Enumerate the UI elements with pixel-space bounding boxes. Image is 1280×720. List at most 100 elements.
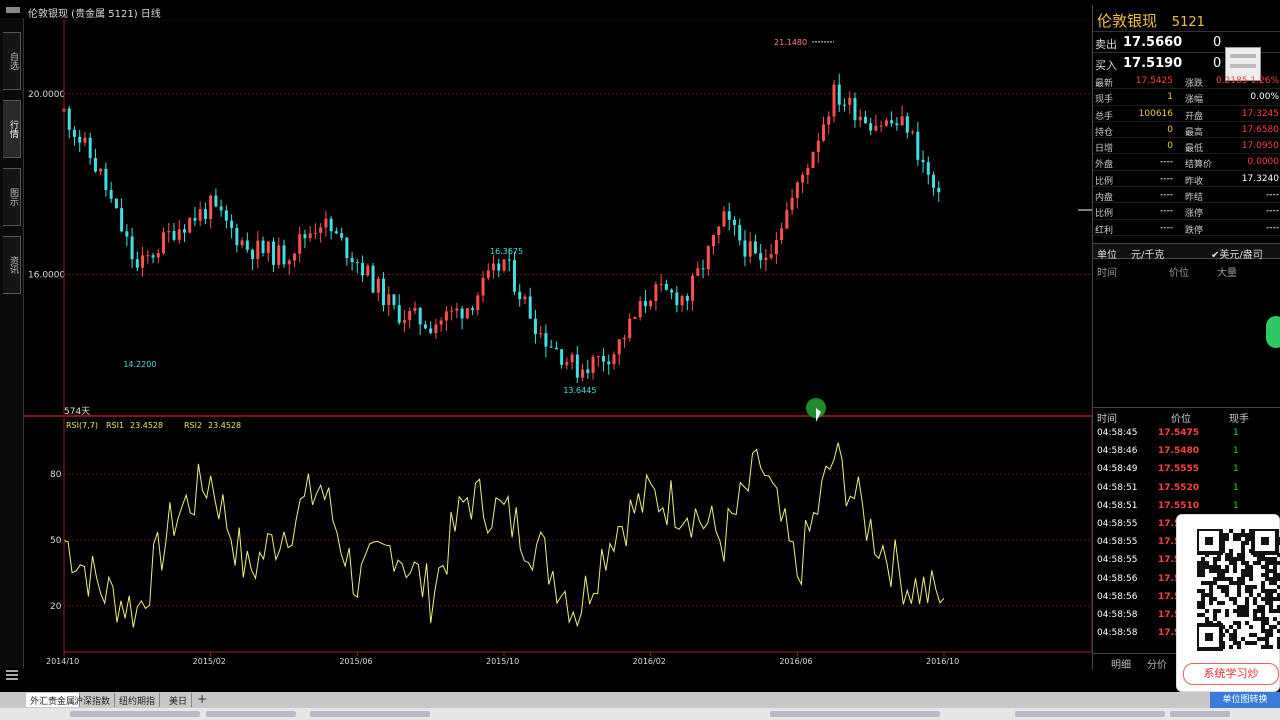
candle-body bbox=[329, 218, 333, 232]
candle-body bbox=[921, 159, 925, 163]
candle-body bbox=[717, 226, 721, 236]
qr-module bbox=[1269, 609, 1273, 613]
qr-module bbox=[1257, 561, 1261, 565]
qr-module bbox=[1237, 605, 1241, 609]
qr-module bbox=[1225, 569, 1229, 573]
unit-option-usd[interactable]: ✔美元/盎司 bbox=[1211, 246, 1263, 261]
qr-module bbox=[1197, 613, 1201, 617]
tab-index[interactable]: 沪深指数 bbox=[70, 693, 116, 707]
stat-v1: ---- bbox=[1160, 222, 1173, 233]
qr-module bbox=[1237, 577, 1241, 581]
candle-body bbox=[481, 277, 485, 296]
candle-body bbox=[869, 123, 873, 131]
qr-module bbox=[1237, 581, 1241, 585]
qr-module bbox=[1213, 577, 1217, 581]
candle-body bbox=[450, 310, 454, 312]
candle-body bbox=[565, 362, 569, 365]
tab-quotes[interactable]: 行情 bbox=[3, 100, 21, 158]
candle-body bbox=[319, 227, 323, 233]
qr-module bbox=[1233, 561, 1237, 565]
qr-module bbox=[1225, 533, 1229, 537]
stat-l2: 最低 bbox=[1185, 144, 1204, 155]
qr-module bbox=[1261, 625, 1265, 629]
candle-body bbox=[434, 324, 438, 334]
mouse-cursor-icon bbox=[816, 408, 821, 422]
candle-body bbox=[429, 328, 433, 334]
qr-module bbox=[1257, 637, 1261, 641]
tab-watchlist[interactable]: 自选 bbox=[3, 32, 21, 90]
menu-icon[interactable] bbox=[6, 670, 18, 682]
qr-module bbox=[1249, 569, 1253, 573]
candle-body bbox=[732, 219, 736, 226]
qr-module bbox=[1273, 589, 1277, 593]
tab-usd-jpy[interactable]: 美日 bbox=[165, 693, 193, 707]
trade-time: 04:58:58 bbox=[1097, 628, 1138, 639]
stat-row: 外盘 ---- 结算价 0.0000 bbox=[1093, 154, 1280, 171]
qr-module bbox=[1233, 557, 1237, 561]
qr-module bbox=[1229, 625, 1233, 629]
qr-module bbox=[1257, 557, 1261, 561]
sell-volume: 0 bbox=[1213, 35, 1222, 50]
sell-price: 17.5660 bbox=[1123, 35, 1183, 50]
candle-body bbox=[413, 307, 417, 311]
tab-ny-futures[interactable]: 纽约期指 bbox=[115, 693, 161, 707]
tab-charts[interactable]: 图示 bbox=[3, 168, 21, 226]
candle-body bbox=[633, 317, 637, 319]
qr-module bbox=[1233, 609, 1237, 613]
unit-option-rmb[interactable]: 元/千克 bbox=[1131, 246, 1164, 261]
qr-promo-card[interactable]: 系统学习炒 bbox=[1176, 514, 1280, 692]
qr-module bbox=[1197, 605, 1201, 609]
qr-module bbox=[1257, 609, 1261, 613]
stat-row: 红利 ---- 跌停 ---- bbox=[1093, 220, 1280, 236]
qr-module bbox=[1197, 601, 1201, 605]
candle-body bbox=[617, 339, 621, 355]
qr-module bbox=[1237, 557, 1241, 561]
candle-body bbox=[748, 241, 752, 257]
candle-body bbox=[465, 308, 469, 319]
candle-body bbox=[602, 355, 606, 362]
scroll-handle[interactable] bbox=[1266, 316, 1280, 348]
trade-vol: 1 bbox=[1233, 428, 1239, 438]
candle-body bbox=[303, 234, 307, 239]
tab-detail[interactable]: 明细 bbox=[1111, 656, 1131, 671]
candle-body bbox=[769, 254, 773, 258]
stat-v1: ---- bbox=[1160, 206, 1173, 217]
candle-body bbox=[146, 255, 150, 257]
candle-body bbox=[83, 137, 87, 143]
qr-module bbox=[1201, 565, 1205, 569]
tab-price-split[interactable]: 分价 bbox=[1147, 656, 1167, 671]
qr-module bbox=[1253, 613, 1257, 617]
tab-news[interactable]: 资讯 bbox=[3, 236, 21, 294]
qr-module bbox=[1249, 577, 1253, 581]
candle-body bbox=[471, 308, 475, 311]
trade-time: 04:58:45 bbox=[1097, 428, 1138, 438]
stat-l2: 跌停 bbox=[1185, 225, 1204, 236]
chart-canvas[interactable]: 16.0000 20.0000 21.1480 16.3675 14.2200 13.6… bbox=[24, 18, 1093, 670]
qr-module bbox=[1265, 577, 1269, 581]
chart-area[interactable]: 16.0000 20.0000 21.1480 16.3675 14.2200 13.6… bbox=[24, 18, 1093, 670]
qr-module bbox=[1269, 577, 1273, 581]
qr-module bbox=[1261, 629, 1265, 633]
trade-time: 04:58:51 bbox=[1097, 482, 1138, 493]
qr-module bbox=[1209, 593, 1213, 597]
qr-module bbox=[1241, 581, 1245, 585]
qr-module bbox=[1273, 573, 1277, 577]
candle-body bbox=[722, 211, 726, 227]
stat-l1: 比例 bbox=[1095, 209, 1114, 220]
qr-module bbox=[1209, 569, 1213, 573]
candle-body bbox=[591, 356, 595, 373]
corner-button[interactable]: 单位图转换 bbox=[1210, 692, 1280, 708]
qr-module bbox=[1229, 581, 1233, 585]
qr-module bbox=[1205, 565, 1209, 569]
qr-module bbox=[1245, 605, 1249, 609]
trade-header-volume: 现手 bbox=[1229, 414, 1249, 425]
trade-price: 17.5510 bbox=[1158, 500, 1199, 511]
qr-module bbox=[1237, 593, 1241, 597]
trade-row: 04:58:49 17.5555 1 bbox=[1093, 461, 1280, 479]
candle-body bbox=[282, 245, 286, 265]
qr-module bbox=[1253, 641, 1257, 645]
candle-body bbox=[512, 260, 516, 292]
add-tab-icon[interactable]: + bbox=[197, 692, 207, 706]
qr-module bbox=[1241, 553, 1245, 557]
candle-body bbox=[292, 253, 296, 261]
